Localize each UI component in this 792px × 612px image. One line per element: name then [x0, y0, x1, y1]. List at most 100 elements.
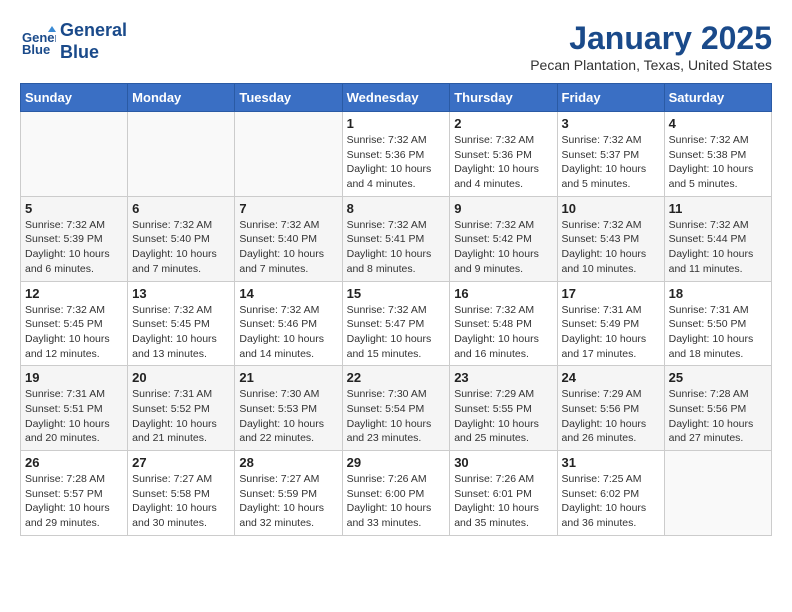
calendar-cell	[21, 112, 128, 197]
weekday-header-sunday: Sunday	[21, 84, 128, 112]
calendar-cell: 27 Sunrise: 7:27 AMSunset: 5:58 PMDayligh…	[128, 451, 235, 536]
day-number: 27	[132, 455, 230, 470]
calendar-cell	[235, 112, 342, 197]
calendar-week-1: 1 Sunrise: 7:32 AMSunset: 5:36 PMDaylight…	[21, 112, 772, 197]
day-number: 8	[347, 201, 446, 216]
calendar-cell: 25 Sunrise: 7:28 AMSunset: 5:56 PMDayligh…	[664, 366, 771, 451]
calendar-cell: 7 Sunrise: 7:32 AMSunset: 5:40 PMDaylight…	[235, 196, 342, 281]
day-number: 23	[454, 370, 552, 385]
logo: General Blue General Blue	[20, 20, 127, 63]
calendar-cell: 31 Sunrise: 7:25 AMSunset: 6:02 PMDayligh…	[557, 451, 664, 536]
day-number: 22	[347, 370, 446, 385]
logo-icon: General Blue	[20, 24, 56, 60]
calendar-cell: 16 Sunrise: 7:32 AMSunset: 5:48 PMDayligh…	[450, 281, 557, 366]
weekday-header-saturday: Saturday	[664, 84, 771, 112]
day-number: 16	[454, 286, 552, 301]
calendar-cell: 20 Sunrise: 7:31 AMSunset: 5:52 PMDayligh…	[128, 366, 235, 451]
calendar-cell: 12Sunrise: 7:32 AMSunset: 5:45 PMDayligh…	[21, 281, 128, 366]
day-info: Sunrise: 7:32 AMSunset: 5:40 PMDaylight:…	[239, 218, 337, 277]
day-info: Sunrise: 7:32 AMSunset: 5:45 PMDaylight:…	[132, 303, 230, 362]
calendar-subtitle: Pecan Plantation, Texas, United States	[530, 57, 772, 73]
calendar-cell: 8 Sunrise: 7:32 AMSunset: 5:41 PMDaylight…	[342, 196, 450, 281]
day-info: Sunrise: 7:32 AMSunset: 5:47 PMDaylight:…	[347, 303, 446, 362]
day-info: Sunrise: 7:32 AMSunset: 5:36 PMDaylight:…	[454, 133, 552, 192]
weekday-header-tuesday: Tuesday	[235, 84, 342, 112]
calendar-cell: 9Sunrise: 7:32 AMSunset: 5:42 PMDaylight…	[450, 196, 557, 281]
day-number: 28	[239, 455, 337, 470]
day-number: 4	[669, 116, 767, 131]
day-info: Sunrise: 7:28 AMSunset: 5:56 PMDaylight:…	[669, 387, 767, 446]
day-number: 24	[562, 370, 660, 385]
day-info: Sunrise: 7:32 AMSunset: 5:36 PMDaylight:…	[347, 133, 446, 192]
day-info: Sunrise: 7:30 AMSunset: 5:53 PMDaylight:…	[239, 387, 337, 446]
day-number: 21	[239, 370, 337, 385]
weekday-header-monday: Monday	[128, 84, 235, 112]
calendar-cell: 21 Sunrise: 7:30 AMSunset: 5:53 PMDayligh…	[235, 366, 342, 451]
calendar-cell: 18 Sunrise: 7:31 AMSunset: 5:50 PMDayligh…	[664, 281, 771, 366]
day-info: Sunrise: 7:28 AMSunset: 5:57 PMDaylight:…	[25, 472, 123, 531]
day-info: Sunrise: 7:32 AMSunset: 5:44 PMDaylight:…	[669, 218, 767, 277]
calendar-week-5: 26Sunrise: 7:28 AMSunset: 5:57 PMDayligh…	[21, 451, 772, 536]
day-number: 12	[25, 286, 123, 301]
day-info: Sunrise: 7:29 AMSunset: 5:55 PMDaylight:…	[454, 387, 552, 446]
day-number: 14	[239, 286, 337, 301]
calendar-cell: 10 Sunrise: 7:32 AMSunset: 5:43 PMDayligh…	[557, 196, 664, 281]
day-number: 11	[669, 201, 767, 216]
day-number: 1	[347, 116, 446, 131]
calendar-cell: 11 Sunrise: 7:32 AMSunset: 5:44 PMDayligh…	[664, 196, 771, 281]
logo-text: General Blue	[60, 20, 127, 63]
day-info: Sunrise: 7:31 AMSunset: 5:49 PMDaylight:…	[562, 303, 660, 362]
day-number: 17	[562, 286, 660, 301]
calendar-cell: 15 Sunrise: 7:32 AMSunset: 5:47 PMDayligh…	[342, 281, 450, 366]
day-info: Sunrise: 7:31 AMSunset: 5:50 PMDaylight:…	[669, 303, 767, 362]
day-info: Sunrise: 7:31 AMSunset: 5:52 PMDaylight:…	[132, 387, 230, 446]
day-number: 25	[669, 370, 767, 385]
day-info: Sunrise: 7:27 AMSunset: 5:58 PMDaylight:…	[132, 472, 230, 531]
day-info: Sunrise: 7:32 AMSunset: 5:39 PMDaylight:…	[25, 218, 123, 277]
day-number: 7	[239, 201, 337, 216]
day-info: Sunrise: 7:26 AMSunset: 6:00 PMDaylight:…	[347, 472, 446, 531]
weekday-header-row: SundayMondayTuesdayWednesdayThursdayFrid…	[21, 84, 772, 112]
calendar-title: January 2025	[530, 20, 772, 57]
day-info: Sunrise: 7:25 AMSunset: 6:02 PMDaylight:…	[562, 472, 660, 531]
calendar-cell: 23 Sunrise: 7:29 AMSunset: 5:55 PMDayligh…	[450, 366, 557, 451]
weekday-header-friday: Friday	[557, 84, 664, 112]
day-info: Sunrise: 7:32 AMSunset: 5:41 PMDaylight:…	[347, 218, 446, 277]
calendar-cell: 24 Sunrise: 7:29 AMSunset: 5:56 PMDayligh…	[557, 366, 664, 451]
calendar-cell: 22Sunrise: 7:30 AMSunset: 5:54 PMDayligh…	[342, 366, 450, 451]
day-number: 15	[347, 286, 446, 301]
calendar-cell: 6Sunrise: 7:32 AMSunset: 5:40 PMDaylight…	[128, 196, 235, 281]
calendar-week-4: 19Sunrise: 7:31 AMSunset: 5:51 PMDayligh…	[21, 366, 772, 451]
day-number: 5	[25, 201, 123, 216]
day-info: Sunrise: 7:32 AMSunset: 5:38 PMDaylight:…	[669, 133, 767, 192]
calendar-header: SundayMondayTuesdayWednesdayThursdayFrid…	[21, 84, 772, 112]
calendar-cell: 28 Sunrise: 7:27 AMSunset: 5:59 PMDayligh…	[235, 451, 342, 536]
calendar-cell: 4 Sunrise: 7:32 AMSunset: 5:38 PMDaylight…	[664, 112, 771, 197]
calendar-cell: 14Sunrise: 7:32 AMSunset: 5:46 PMDayligh…	[235, 281, 342, 366]
day-number: 29	[347, 455, 446, 470]
weekday-header-thursday: Thursday	[450, 84, 557, 112]
day-number: 6	[132, 201, 230, 216]
day-number: 18	[669, 286, 767, 301]
calendar-cell: 5 Sunrise: 7:32 AMSunset: 5:39 PMDaylight…	[21, 196, 128, 281]
day-number: 20	[132, 370, 230, 385]
day-number: 2	[454, 116, 552, 131]
day-number: 9	[454, 201, 552, 216]
day-info: Sunrise: 7:26 AMSunset: 6:01 PMDaylight:…	[454, 472, 552, 531]
calendar-week-2: 5 Sunrise: 7:32 AMSunset: 5:39 PMDaylight…	[21, 196, 772, 281]
day-info: Sunrise: 7:32 AMSunset: 5:48 PMDaylight:…	[454, 303, 552, 362]
svg-text:Blue: Blue	[22, 42, 50, 57]
day-number: 30	[454, 455, 552, 470]
calendar-body: 1 Sunrise: 7:32 AMSunset: 5:36 PMDaylight…	[21, 112, 772, 536]
calendar-week-3: 12 Sunrise: 7:32 AMSunset: 5:45 PMDayligh…	[21, 281, 772, 366]
day-info: Sunrise: 7:31 AMSunset: 5:51 PMDaylight:…	[25, 387, 123, 446]
calendar-cell: 30 Sunrise: 7:26 AMSunset: 6:01 PMDayligh…	[450, 451, 557, 536]
title-block: January 2025 Pecan Plantation, Texas, Un…	[530, 20, 772, 73]
day-number: 31	[562, 455, 660, 470]
day-number: 10	[562, 201, 660, 216]
day-info: Sunrise: 7:29 AMSunset: 5:56 PMDaylight:…	[562, 387, 660, 446]
day-info: Sunrise: 7:27 AMSunset: 5:59 PMDaylight:…	[239, 472, 337, 531]
calendar-cell: 3Sunrise: 7:32 AMSunset: 5:37 PMDaylight…	[557, 112, 664, 197]
calendar-cell: 29 Sunrise: 7:26 AMSunset: 6:00 PMDayligh…	[342, 451, 450, 536]
day-info: Sunrise: 7:32 AMSunset: 5:43 PMDaylight:…	[562, 218, 660, 277]
